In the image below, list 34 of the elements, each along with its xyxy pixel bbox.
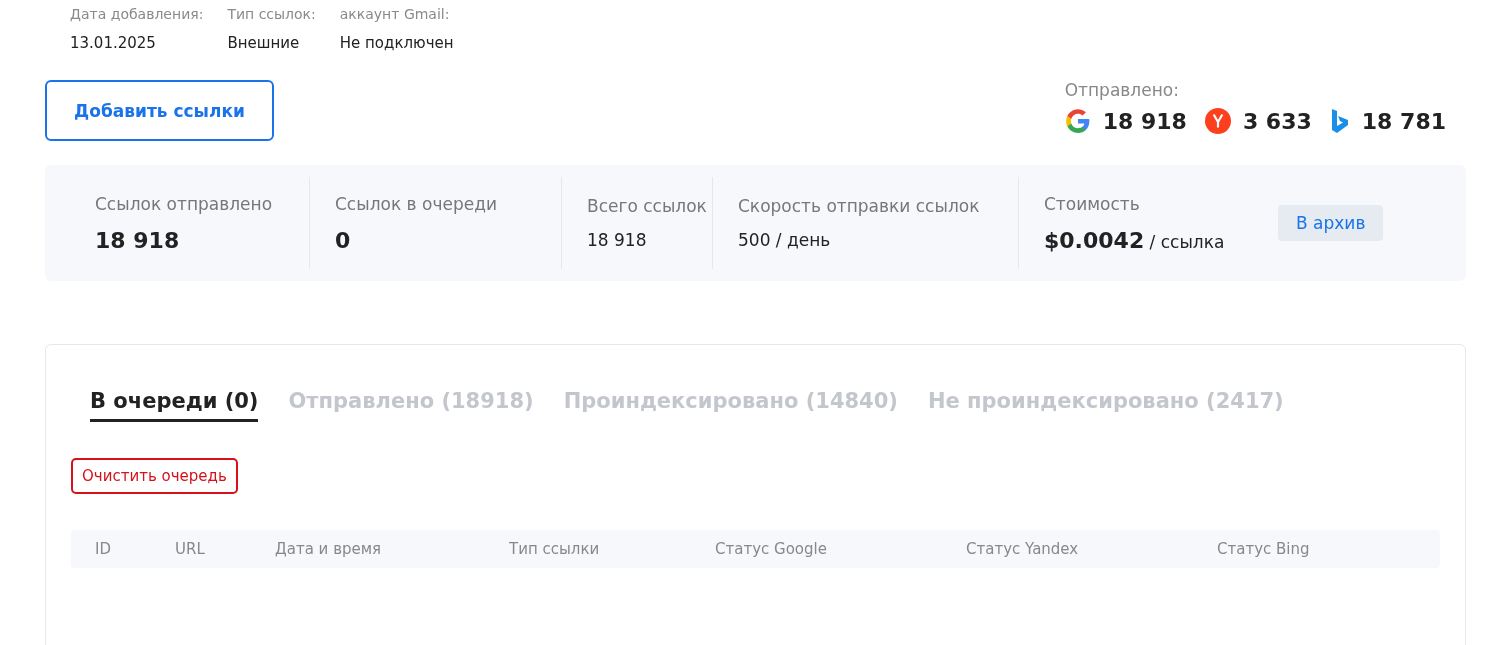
- stat-value: 500 / день: [738, 230, 832, 250]
- meta-value: Не подключен: [339, 34, 454, 52]
- bing-logo-icon: [1329, 108, 1350, 134]
- archive-button[interactable]: В архив: [1278, 205, 1384, 241]
- meta-label: аккаунт Gmail:: [339, 6, 451, 22]
- clear-queue-button[interactable]: Очистить очередь: [71, 458, 238, 494]
- stat-label: Ссылок отправлено: [95, 193, 274, 214]
- meta-label: Тип ссылок:: [227, 6, 316, 22]
- sent-count: 18 781: [1361, 108, 1446, 134]
- column-header: Статус Bing: [1217, 540, 1311, 558]
- add-links-button[interactable]: Добавить ссылки: [45, 80, 274, 141]
- stat-value: 18 918: [587, 230, 648, 250]
- meta-label: Дата добавления:: [70, 6, 204, 22]
- meta-value: 13.01.2025: [70, 34, 157, 52]
- sent-count: 3 633: [1242, 108, 1312, 134]
- stat-value: $0.0042 / ссылка: [1044, 227, 1226, 253]
- meta-value: Внешние: [227, 34, 301, 52]
- stat-label: Всего ссылок: [587, 196, 708, 216]
- stat-label: Стоимость: [1044, 193, 1141, 214]
- stat-value: 18 918: [95, 227, 181, 253]
- column-header: Дата и время: [275, 540, 383, 558]
- column-header: Тип ссылки: [509, 540, 601, 558]
- tab[interactable]: В очереди (0): [90, 389, 259, 422]
- column-header: Статус Google: [715, 540, 828, 558]
- google-logo-icon: [1064, 108, 1091, 134]
- stat-label: Скорость отправки ссылок: [738, 196, 981, 216]
- yandex-logo-icon: [1204, 108, 1231, 134]
- sent-label: Отправлено:: [1064, 80, 1180, 100]
- stat-value: 0: [335, 227, 352, 253]
- sent-count: 18 918: [1102, 108, 1187, 134]
- column-header: ID: [95, 540, 112, 558]
- stat-label: Ссылок в очереди: [335, 193, 498, 214]
- column-header: Статус Yandex: [966, 540, 1080, 558]
- column-header: URL: [175, 540, 206, 558]
